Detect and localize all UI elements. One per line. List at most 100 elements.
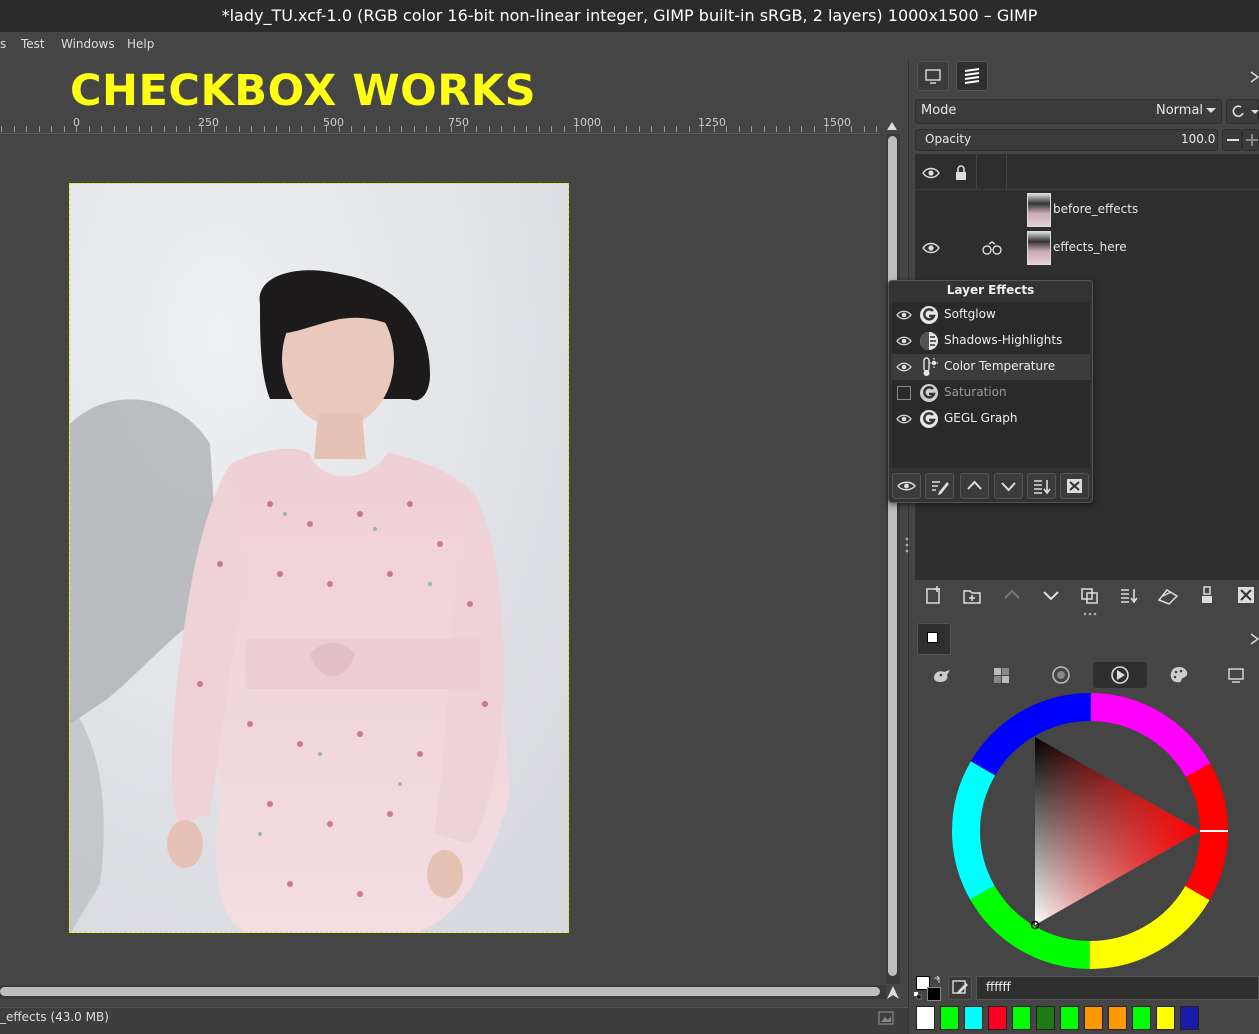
ruler-tick bbox=[301, 126, 302, 132]
layer-effects-fx-icon[interactable] bbox=[981, 240, 1003, 256]
ruler-label: 500 bbox=[323, 116, 344, 129]
mode-label: Mode bbox=[921, 103, 957, 118]
menu-item-partial[interactable]: s bbox=[0, 37, 6, 51]
visibility-eye-icon[interactable] bbox=[921, 240, 941, 256]
mode-reset-button[interactable] bbox=[1226, 99, 1259, 124]
color-picker-button[interactable] bbox=[948, 976, 972, 1000]
color-tab-scales[interactable] bbox=[1211, 662, 1259, 688]
layer-row-before-effects[interactable]: before_effects bbox=[915, 191, 1259, 229]
portrait-photo bbox=[70, 184, 568, 932]
dock-tab-images[interactable] bbox=[917, 61, 949, 91]
raise-layer-icon[interactable] bbox=[999, 584, 1025, 606]
hex-color-input[interactable]: ffffff bbox=[976, 976, 1259, 1000]
horizontal-scroll-thumb[interactable] bbox=[0, 987, 880, 996]
opacity-decrease-button[interactable] bbox=[1222, 129, 1242, 151]
image-icon[interactable] bbox=[878, 1010, 894, 1026]
color-history-swatch[interactable] bbox=[940, 1006, 959, 1030]
lower-layer-icon[interactable] bbox=[1038, 584, 1064, 606]
effect-merge-button[interactable] bbox=[1027, 473, 1056, 499]
background-color-swatch[interactable] bbox=[927, 987, 941, 1001]
lock-header-icon[interactable] bbox=[953, 164, 969, 182]
image-canvas[interactable] bbox=[69, 183, 569, 933]
effect-visibility-eye-icon[interactable] bbox=[896, 411, 912, 427]
color-tab-palette[interactable] bbox=[1152, 662, 1206, 688]
effect-row-shadows-highlights[interactable]: Shadows-Highlights bbox=[892, 328, 1090, 354]
effect-raise-button[interactable] bbox=[960, 473, 989, 499]
ruler-tick bbox=[801, 126, 802, 132]
ruler-tick bbox=[601, 126, 602, 132]
effect-row-saturation[interactable]: Saturation bbox=[892, 380, 1090, 406]
anchor-layer-icon[interactable] bbox=[1194, 584, 1220, 606]
ruler-label: 0 bbox=[73, 116, 80, 129]
color-history-swatch[interactable] bbox=[1084, 1006, 1103, 1030]
delete-layer-icon[interactable] bbox=[1233, 584, 1259, 606]
effect-visibility-eye-icon[interactable] bbox=[896, 307, 912, 323]
layer-name[interactable]: before_effects bbox=[1053, 202, 1138, 216]
color-history-swatch[interactable] bbox=[1036, 1006, 1055, 1030]
ruler-tick bbox=[376, 126, 377, 132]
effect-row-color-temperature[interactable]: Color Temperature bbox=[892, 354, 1090, 380]
effect-visibility-eye-icon[interactable] bbox=[896, 333, 912, 349]
layer-row-effects-here[interactable]: effects_here bbox=[915, 229, 1259, 267]
color-tab-watercolor[interactable] bbox=[1034, 662, 1088, 688]
color-tab-cmyk[interactable] bbox=[975, 662, 1029, 688]
ruler-tick bbox=[476, 126, 477, 132]
ruler-tick bbox=[876, 126, 877, 132]
effect-toggle-visibility-button[interactable] bbox=[892, 473, 921, 499]
new-layer-icon[interactable] bbox=[921, 584, 947, 606]
hex-value: ffffff bbox=[986, 980, 1011, 994]
effect-row-softglow[interactable]: Softglow bbox=[892, 302, 1090, 328]
color-history-swatch[interactable] bbox=[1060, 1006, 1079, 1030]
color-history-swatch[interactable] bbox=[916, 1006, 935, 1030]
ruler-tick bbox=[751, 126, 752, 132]
ruler-tick bbox=[513, 126, 515, 132]
layer-mask-icon[interactable] bbox=[1155, 584, 1181, 606]
new-layer-group-icon[interactable] bbox=[960, 584, 986, 606]
sv-triangle[interactable] bbox=[1035, 737, 1200, 925]
merge-layer-icon[interactable] bbox=[1116, 584, 1142, 606]
color-history-swatch[interactable] bbox=[1180, 1006, 1199, 1030]
ruler-tick bbox=[763, 126, 765, 132]
visibility-header-eye-icon[interactable] bbox=[921, 164, 941, 182]
color-tab-wheel[interactable] bbox=[1093, 662, 1147, 688]
color-history-swatch[interactable] bbox=[1156, 1006, 1175, 1030]
vertical-scroll-thumb[interactable] bbox=[888, 136, 897, 976]
effect-enable-checkbox[interactable] bbox=[897, 386, 911, 400]
dock-separator-icon[interactable] bbox=[1083, 611, 1097, 617]
color-history-swatch[interactable] bbox=[964, 1006, 983, 1030]
color-history-swatch[interactable] bbox=[988, 1006, 1007, 1030]
menu-item-help[interactable]: Help bbox=[127, 37, 154, 51]
ruler-tick bbox=[226, 126, 227, 132]
effect-visibility-eye-icon[interactable] bbox=[896, 359, 912, 375]
effect-remove-button[interactable] bbox=[1060, 473, 1089, 499]
zoom-menu-icon[interactable] bbox=[884, 118, 900, 134]
effect-lower-button[interactable] bbox=[994, 473, 1023, 499]
duplicate-layer-icon[interactable] bbox=[1077, 584, 1103, 606]
dock-menu-icon[interactable] bbox=[1249, 632, 1259, 646]
menu-item-windows[interactable]: Windows bbox=[61, 37, 115, 51]
dock-menu-icon[interactable] bbox=[1249, 70, 1259, 84]
opacity-increase-button[interactable] bbox=[1242, 129, 1259, 151]
dock-tab-layers[interactable] bbox=[956, 61, 988, 91]
horizontal-ruler[interactable]: 0 250 500 750 1000 1250 1500 bbox=[0, 114, 880, 134]
layer-name[interactable]: effects_here bbox=[1053, 240, 1127, 254]
eye-icon bbox=[897, 481, 916, 491]
pane-drag-handle-icon[interactable] bbox=[903, 536, 911, 554]
color-history-swatch[interactable] bbox=[1132, 1006, 1151, 1030]
default-colors-icon[interactable] bbox=[914, 992, 922, 1000]
ruler-tick bbox=[88, 126, 90, 132]
navigate-icon[interactable] bbox=[884, 984, 902, 1002]
status-bar bbox=[0, 1007, 908, 1034]
effect-row-gegl-graph[interactable]: GEGL Graph bbox=[892, 406, 1090, 432]
color-history-swatch[interactable] bbox=[1108, 1006, 1127, 1030]
menu-bar: s Test Windows Help bbox=[0, 32, 1259, 58]
chevron-up-icon bbox=[967, 480, 982, 490]
effect-edit-button[interactable] bbox=[925, 473, 954, 499]
menu-item-test[interactable]: Test bbox=[21, 37, 45, 51]
color-wheel[interactable] bbox=[950, 692, 1230, 972]
swap-colors-icon[interactable] bbox=[933, 975, 942, 984]
color-history-swatch[interactable] bbox=[1012, 1006, 1031, 1030]
ruler-tick bbox=[288, 126, 290, 132]
dock-tab-fg-bg-color[interactable] bbox=[917, 623, 951, 655]
color-tab-gimp[interactable] bbox=[916, 662, 970, 688]
